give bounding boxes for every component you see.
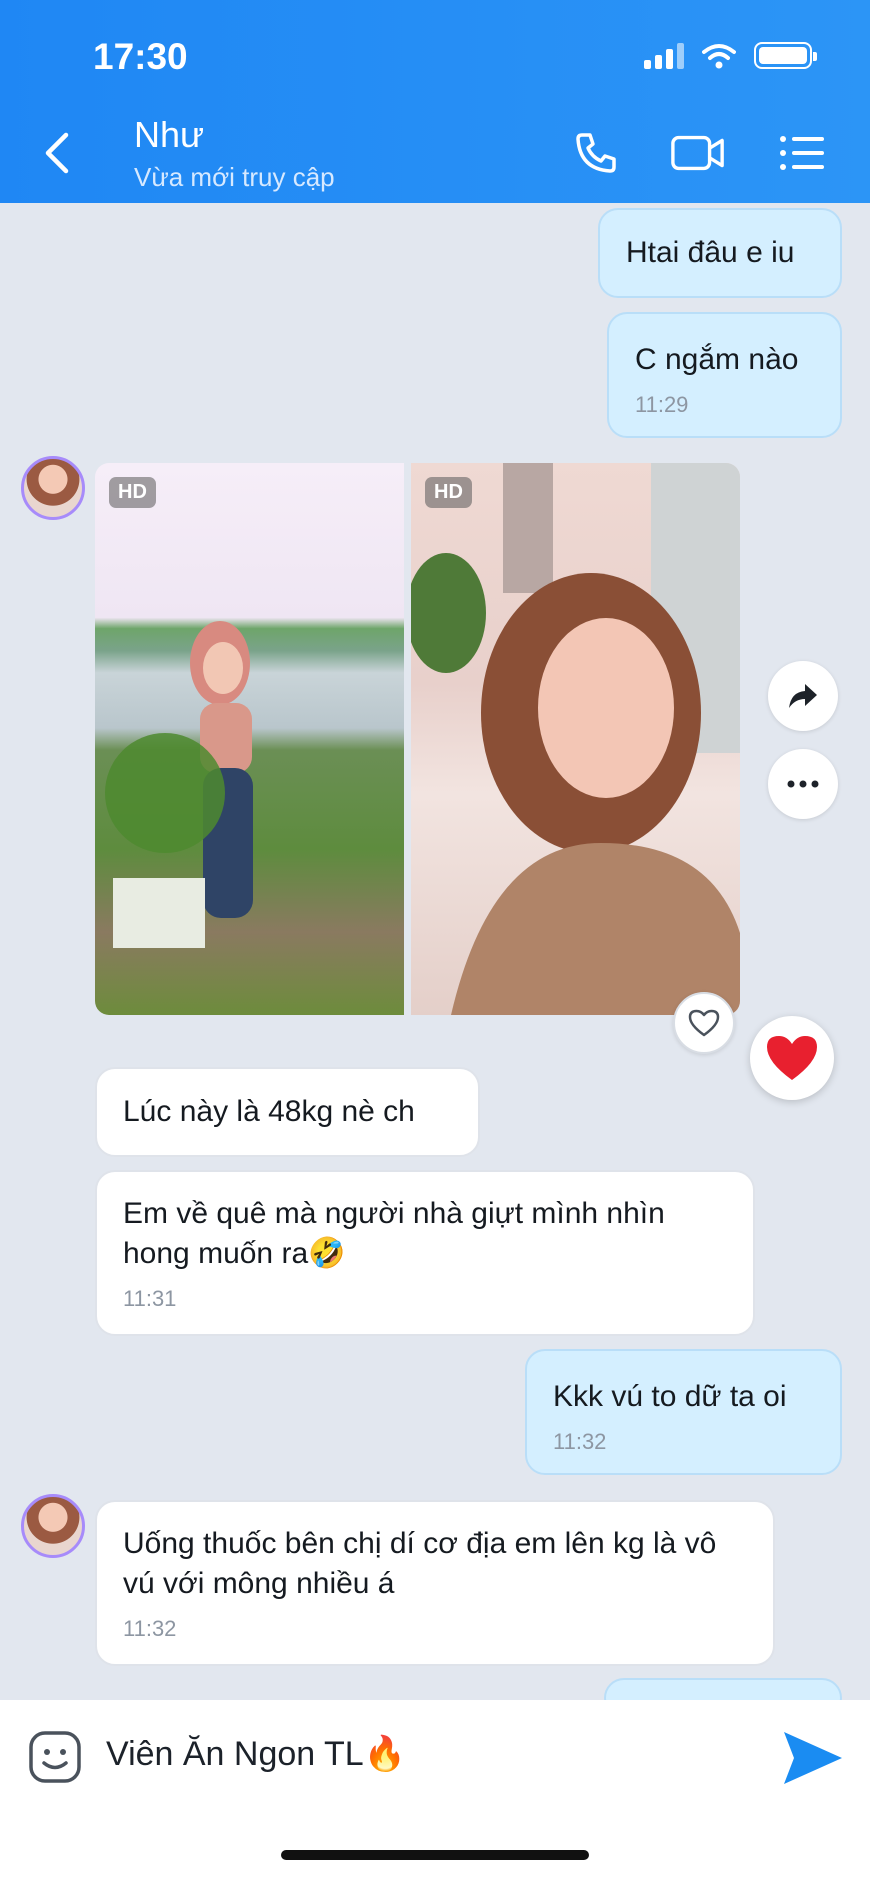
avatar[interactable]: [21, 1494, 85, 1558]
heart-outline-icon: [688, 1009, 720, 1037]
message-text: Lúc này là 48kg nè ch: [123, 1095, 415, 1128]
chevron-left-icon: [45, 132, 69, 174]
message-bubble-incoming[interactable]: Uống thuốc bên chị dí cơ địa em lên kg l…: [95, 1500, 775, 1666]
sticker-face-icon[interactable]: [28, 1730, 82, 1784]
message-text: Kkk vú to dữ ta oi: [553, 1380, 787, 1413]
home-indicator: [281, 1850, 589, 1860]
photo-attachment[interactable]: HD: [95, 463, 404, 1015]
reaction-heart[interactable]: [750, 1016, 834, 1100]
status-time: 17:30: [93, 36, 188, 77]
share-button[interactable]: [768, 661, 838, 731]
video-camera-icon: [671, 135, 724, 171]
contact-status: Vừa mới truy cập: [134, 162, 335, 192]
message-input-bar: Viên Ăn Ngon TL🔥: [0, 1700, 870, 1883]
video-call-button[interactable]: [670, 128, 726, 178]
more-dots-icon: [787, 780, 819, 788]
heart-filled-icon: [767, 1036, 817, 1080]
message-text: C ngắm nào: [635, 343, 799, 376]
message-time: 11:31: [123, 1286, 177, 1311]
message-time: 11:32: [553, 1429, 607, 1454]
share-arrow-icon: [789, 684, 817, 708]
message-input[interactable]: Viên Ăn Ngon TL🔥: [106, 1734, 406, 1774]
hd-badge: HD: [109, 477, 156, 508]
message-text: Htai đâu e iu: [626, 236, 795, 269]
message-text: Em về quê mà người nhà giựt mình nhìn ho…: [123, 1197, 665, 1270]
message-time: 11:29: [635, 392, 689, 417]
call-button[interactable]: [568, 128, 624, 178]
message-bubble-outgoing[interactable]: C ngắm nào 11:29: [607, 312, 842, 438]
wifi-icon: [702, 43, 736, 68]
phone-icon: [576, 133, 616, 173]
photo-content: [105, 621, 253, 948]
more-options-button[interactable]: [768, 749, 838, 819]
avatar[interactable]: [21, 456, 85, 520]
menu-button[interactable]: [774, 128, 830, 178]
message-time: 11:32: [123, 1616, 177, 1641]
back-button[interactable]: [42, 128, 82, 178]
cellular-signal-icon: [644, 42, 684, 69]
like-button[interactable]: [673, 992, 735, 1054]
photo-content: [411, 463, 740, 1015]
contact-name[interactable]: Như: [134, 114, 204, 156]
battery-icon: [754, 42, 817, 69]
send-arrow-icon[interactable]: [780, 1728, 844, 1788]
message-bubble-incoming[interactable]: Lúc này là 48kg nè ch: [95, 1067, 480, 1157]
hd-badge: HD: [425, 477, 472, 508]
message-bubble-incoming[interactable]: Em về quê mà người nhà giựt mình nhìn ho…: [95, 1170, 755, 1336]
message-text: Uống thuốc bên chị dí cơ địa em lên kg l…: [123, 1527, 717, 1600]
chat-header: 17:30 Như Vừa mới truy cập: [0, 0, 870, 203]
message-bubble-outgoing[interactable]: Htai đâu e iu: [598, 208, 842, 298]
status-icons: [644, 42, 817, 69]
message-bubble-outgoing[interactable]: Kkk vú to dữ ta oi 11:32: [525, 1349, 842, 1475]
photo-attachment[interactable]: HD: [411, 463, 740, 1015]
list-menu-icon: [780, 136, 824, 170]
